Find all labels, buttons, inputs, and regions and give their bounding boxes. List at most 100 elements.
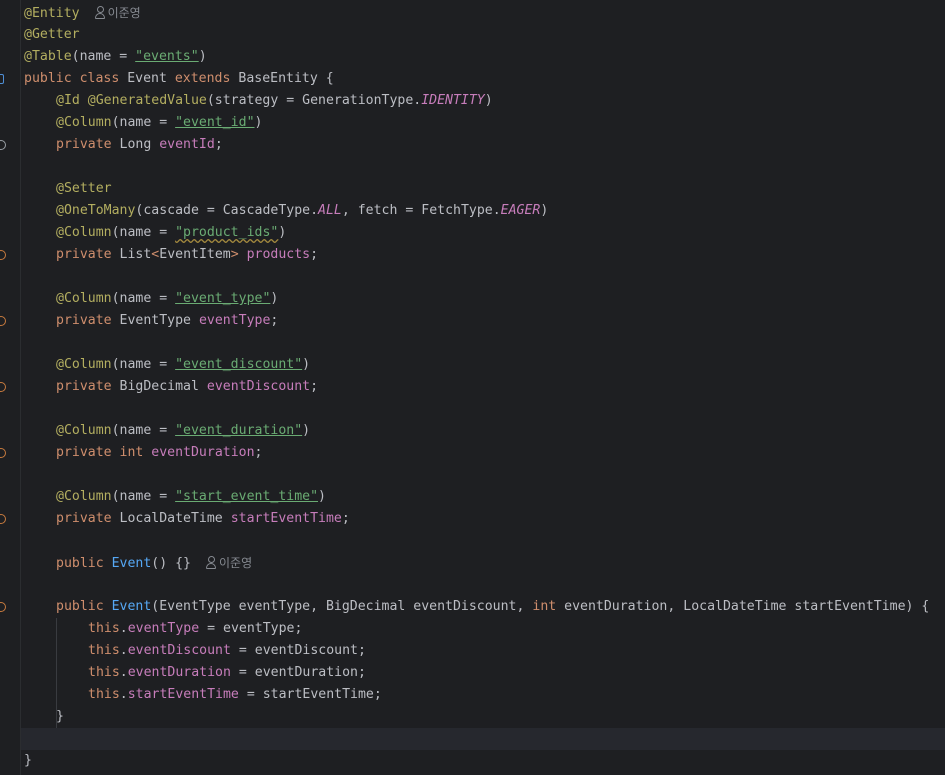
code-line[interactable]: @Getter — [24, 24, 80, 46]
code-line[interactable]: private LocalDateTime startEventTime; — [56, 508, 350, 530]
author-hint[interactable]: 이준영 — [205, 556, 252, 570]
type-keyword: int — [532, 599, 565, 614]
code-text: (strategy = GenerationType. — [206, 93, 422, 108]
class-name: Event — [127, 71, 175, 86]
author-hint[interactable]: 이준영 — [94, 6, 141, 20]
code-text: . — [119, 643, 128, 658]
code-editor[interactable]: @Entity 이준영 @Getter @Table(name = "events… — [0, 0, 945, 775]
field-name: eventDiscount — [206, 379, 311, 394]
code-line[interactable]: this.startEventTime = startEventTime; — [88, 684, 382, 706]
code-text: ; — [254, 445, 263, 460]
annotation: @Column — [56, 489, 112, 504]
code-line[interactable]: @Column(name = "start_event_time") — [56, 486, 326, 508]
code-text: = startEventTime; — [238, 687, 382, 702]
field-name: eventType — [127, 621, 200, 636]
closing-brace: } — [24, 753, 32, 768]
code-line[interactable]: } — [24, 750, 32, 772]
code-text: = eventType; — [199, 621, 303, 636]
annotation: @Getter — [24, 27, 80, 42]
code-text: ) — [198, 49, 207, 64]
code-line[interactable]: public Event(EventType eventType, BigDec… — [56, 596, 929, 618]
keyword: private — [56, 445, 120, 460]
type-keyword: int — [119, 445, 152, 460]
keyword: public class — [24, 71, 128, 86]
code-line[interactable]: @Column(name = "event_discount") — [56, 354, 310, 376]
keyword: private — [56, 379, 120, 394]
code-text: ; — [214, 137, 223, 152]
type-name: LocalDateTime — [119, 511, 231, 526]
code-line[interactable]: private EventType eventType; — [56, 310, 278, 332]
annotation: @GeneratedValue — [87, 93, 207, 108]
annotation: @OneToMany — [56, 203, 136, 218]
code-line[interactable]: @Id @GeneratedValue(strategy = Generatio… — [56, 90, 493, 112]
method-name: Event — [111, 599, 152, 614]
code-line[interactable]: @Column(name = "event_duration") — [56, 420, 310, 442]
keyword: private — [56, 137, 120, 152]
annotation: @Entity — [24, 6, 80, 21]
keyword: private — [56, 511, 120, 526]
string-literal: "event_discount" — [175, 357, 303, 372]
code-text: ; — [310, 379, 319, 394]
code-line[interactable]: private BigDecimal eventDiscount; — [56, 376, 318, 398]
keyword: this — [88, 621, 120, 636]
code-line[interactable]: this.eventType = eventType; — [88, 618, 302, 640]
type-name: Long — [119, 137, 160, 152]
string-literal: "event_id" — [175, 115, 255, 130]
keyword: public — [56, 599, 112, 614]
user-icon — [94, 6, 105, 19]
code-text: ) — [540, 203, 549, 218]
field-gutter-icon[interactable] — [0, 140, 6, 150]
keyword: this — [88, 643, 120, 658]
code-line[interactable]: private List<EventItem> products; — [56, 244, 318, 266]
code-text: BaseEntity { — [238, 71, 334, 86]
field-gutter-icon[interactable] — [0, 514, 6, 524]
constructor-gutter-icon[interactable] — [0, 602, 6, 612]
code-line[interactable]: @Table(name = "events") — [24, 46, 207, 68]
enum-constant: EAGER — [500, 203, 541, 218]
field-gutter-icon[interactable] — [0, 316, 6, 326]
code-line[interactable]: @OneToMany(cascade = CascadeType.ALL, fe… — [56, 200, 548, 222]
code-text: ) — [254, 115, 263, 130]
code-text: . — [119, 687, 128, 702]
editor-gutter[interactable] — [0, 0, 20, 775]
type-name: EventType — [119, 313, 199, 328]
field-name: eventType — [198, 313, 271, 328]
string-literal: "start_event_time" — [175, 489, 319, 504]
code-line[interactable]: this.eventDiscount = eventDiscount; — [88, 640, 366, 662]
implements-gutter-icon[interactable] — [0, 74, 4, 84]
code-line[interactable]: public Event() {} 이준영 — [56, 552, 252, 574]
code-text: ) — [278, 225, 287, 240]
field-gutter-icon[interactable] — [0, 382, 6, 392]
code-text: (name = — [111, 225, 176, 240]
keyword: this — [88, 665, 120, 680]
field-gutter-icon[interactable] — [0, 250, 6, 260]
user-icon — [205, 556, 216, 569]
code-text: , fetch = FetchType. — [341, 203, 501, 218]
code-line[interactable]: public class Event extends BaseEntity { — [24, 68, 334, 90]
author-name: 이준영 — [107, 6, 141, 20]
code-text: (cascade = CascadeType. — [135, 203, 319, 218]
code-line[interactable]: } — [56, 706, 64, 728]
method-name: Event — [111, 556, 152, 571]
field-name: eventDuration — [127, 665, 231, 680]
field-name: products — [246, 247, 311, 262]
keyword: private — [56, 247, 120, 262]
field-gutter-icon[interactable] — [0, 448, 6, 458]
code-line[interactable]: private int eventDuration; — [56, 442, 262, 464]
code-line[interactable]: @Column(name = "product_ids") — [56, 222, 286, 244]
code-line[interactable]: @Entity 이준영 — [24, 2, 141, 24]
code-line[interactable]: @Setter — [56, 178, 112, 200]
code-line[interactable]: this.eventDuration = eventDuration; — [88, 662, 366, 684]
type-name: List — [119, 247, 152, 262]
keyword: public — [56, 556, 112, 571]
code-line[interactable]: private Long eventId; — [56, 134, 223, 156]
code-line[interactable]: @Column(name = "event_type") — [56, 288, 278, 310]
field-name: startEventTime — [230, 511, 342, 526]
generic-bracket: > — [230, 247, 247, 262]
code-line[interactable]: @Column(name = "event_id") — [56, 112, 262, 134]
code-text: (name = — [111, 357, 176, 372]
code-text: ) — [302, 357, 311, 372]
annotation: @Column — [56, 225, 112, 240]
field-name: eventDuration — [151, 445, 255, 460]
code-text: ) — [270, 291, 279, 306]
